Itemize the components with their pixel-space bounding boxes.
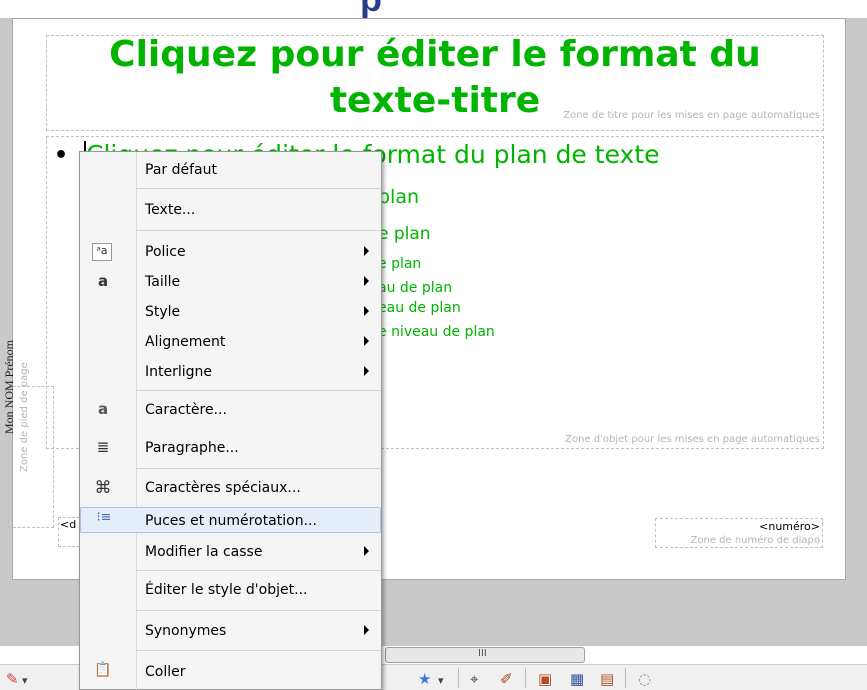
footer-zone-label: Zone de pied de page — [19, 362, 30, 472]
outline-zone-label: Zone d'objet pour les mises en page auto… — [565, 434, 820, 445]
menu-item-edit-object-style[interactable]: Éditer le style d'objet... — [80, 578, 381, 602]
menu-item-alignment[interactable]: Alignement — [80, 330, 381, 354]
menu-separator — [137, 610, 381, 611]
menu-item-label: Caractère... — [145, 402, 227, 418]
slide-number-zone-label: Zone de numéro de diapo — [690, 535, 820, 546]
scrollbar-grip[interactable]: III — [478, 648, 487, 659]
extrusion-icon[interactable]: ◌ — [638, 670, 651, 688]
menu-item-label: Interligne — [145, 364, 213, 380]
marker-icon[interactable]: ✐ — [500, 670, 513, 688]
pencil-icon[interactable]: ✎ — [6, 670, 19, 688]
menu-item-character[interactable]: a Caractère... — [80, 398, 381, 422]
menu-item-label: Synonymes — [145, 623, 227, 639]
menu-separator — [137, 468, 381, 469]
toolbar-separator — [525, 668, 526, 688]
menu-item-label: Texte... — [145, 202, 196, 218]
menu-separator — [137, 188, 381, 189]
submenu-arrow-icon — [364, 306, 369, 316]
submenu-arrow-icon — [364, 366, 369, 376]
cropped-heading-fragment: p — [360, 0, 450, 18]
menu-separator — [137, 230, 381, 231]
dropdown-icon[interactable]: ▾ — [438, 674, 444, 687]
date-placeholder: <d — [60, 518, 77, 531]
font-icon: ᵃa — [92, 243, 112, 261]
menu-item-label: Style — [145, 304, 181, 320]
outline-line-level-3[interactable]: e plan — [378, 224, 431, 244]
submenu-arrow-icon — [364, 246, 369, 256]
menu-item-label: Puces et numérotation... — [145, 513, 317, 529]
menu-item-label: Alignement — [145, 334, 226, 350]
menu-item-font[interactable]: ᵃa Police — [80, 240, 381, 264]
menu-item-style[interactable]: Style — [80, 300, 381, 324]
menu-item-synonyms[interactable]: Synonymes — [80, 619, 381, 643]
outline-line-level-4[interactable]: e plan — [378, 256, 421, 272]
toolbar-separator — [625, 668, 626, 688]
menu-item-paste[interactable]: 📋 Coller — [80, 660, 381, 684]
menu-item-size[interactable]: a Taille — [80, 270, 381, 294]
toolbar-separator — [458, 668, 459, 688]
menu-separator — [137, 650, 381, 651]
menu-separator — [137, 570, 381, 571]
chart-icon[interactable]: ▦ — [570, 670, 584, 688]
menu-item-label: Caractères spéciaux... — [145, 480, 301, 496]
frame-icon[interactable]: ▤ — [600, 670, 614, 688]
outline-line-level-5[interactable]: au de plan — [378, 280, 452, 296]
outline-line-level-2[interactable]: plan — [378, 186, 419, 208]
paragraph-icon: ≣ — [96, 438, 110, 456]
bullets-icon: ⁝≡ — [96, 510, 112, 525]
slide-number-placeholder: <numéro> — [759, 520, 820, 533]
submenu-arrow-icon — [364, 625, 369, 635]
special-characters-icon: ⌘ — [94, 478, 112, 498]
menu-separator — [137, 390, 381, 391]
menu-item-line-spacing[interactable]: Interligne — [80, 360, 381, 384]
submenu-arrow-icon — [364, 336, 369, 346]
polygon-icon[interactable]: ⌖ — [470, 670, 478, 688]
star-icon[interactable]: ★ — [418, 670, 431, 688]
menu-item-default[interactable]: Par défaut — [80, 158, 381, 182]
title-zone-label: Zone de titre pour les mises en page aut… — [563, 110, 820, 121]
dropdown-icon[interactable]: ▾ — [22, 674, 28, 687]
outline-line-level-6[interactable]: eau de plan — [378, 300, 461, 316]
menu-item-label: Éditer le style d'objet... — [145, 582, 308, 598]
submenu-arrow-icon — [364, 276, 369, 286]
menu-item-bullets-numbering[interactable]: ⁝≡ Puces et numérotation... — [80, 507, 381, 533]
menu-item-text[interactable]: Texte... — [80, 198, 381, 222]
outline-line-level-7[interactable]: e niveau de plan — [378, 324, 495, 340]
menu-item-label: Par défaut — [145, 162, 217, 178]
paste-icon: 📋 — [94, 662, 112, 678]
menu-item-label: Paragraphe... — [145, 440, 239, 456]
submenu-arrow-icon — [364, 546, 369, 556]
menu-item-label: Coller — [145, 664, 186, 680]
menu-item-label: Taille — [145, 274, 181, 290]
character-icon: a — [97, 400, 109, 418]
outline-bullet: • — [54, 143, 69, 168]
footer-author-text[interactable]: Mon NOM Prénom — [2, 316, 17, 458]
menu-item-label: Modifier la casse — [145, 544, 263, 560]
image-icon[interactable]: ▣ — [538, 670, 552, 688]
menu-item-special-characters[interactable]: ⌘ Caractères spéciaux... — [80, 476, 381, 500]
menu-item-label: Police — [145, 244, 186, 260]
menu-item-change-case[interactable]: Modifier la casse — [80, 540, 381, 564]
font-size-icon: a — [97, 272, 109, 290]
menu-item-paragraph[interactable]: ≣ Paragraphe... — [80, 436, 381, 460]
